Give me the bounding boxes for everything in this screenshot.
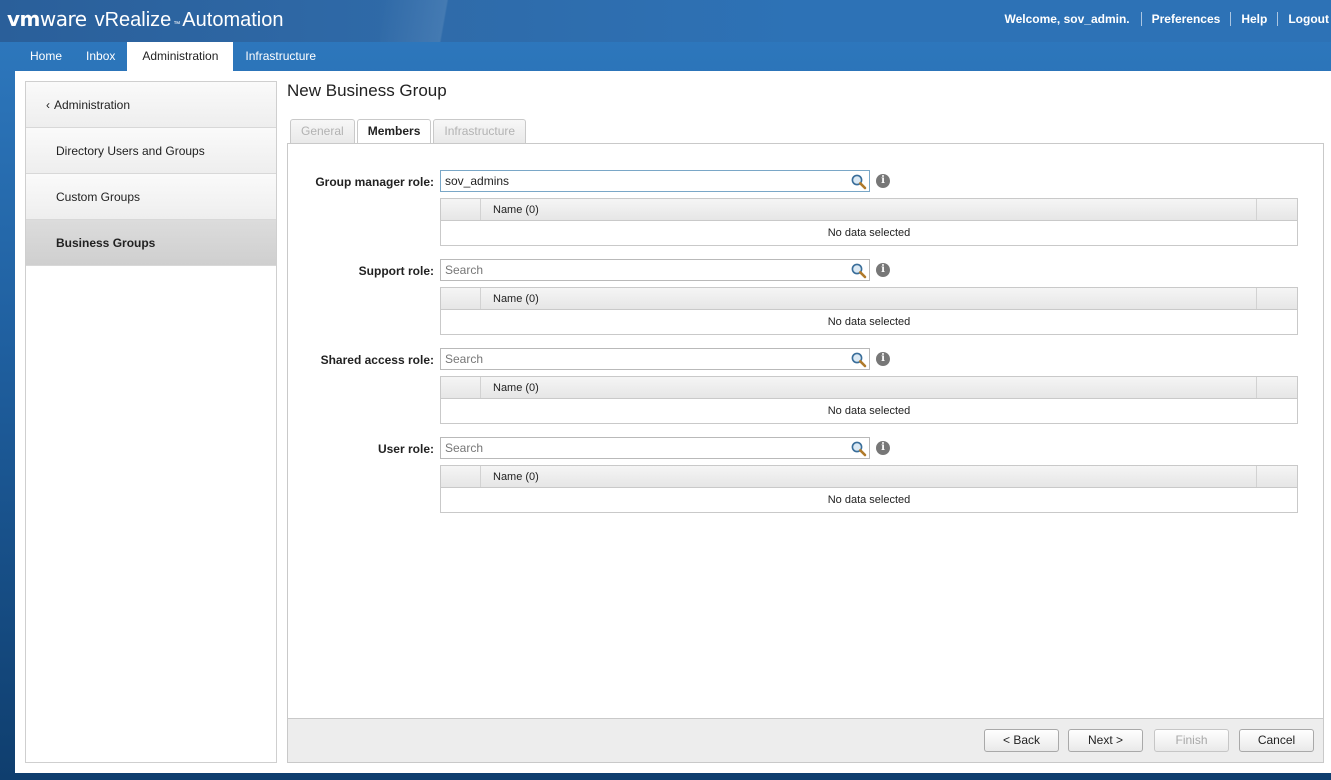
search-box [440, 259, 870, 281]
brand-vm: vm [7, 7, 40, 31]
info-icon[interactable]: i [876, 263, 890, 277]
logout-link[interactable]: Logout [1278, 12, 1329, 26]
search-box [440, 348, 870, 370]
grid-select-column [441, 288, 481, 309]
user-role-input[interactable] [441, 438, 841, 458]
grid-extra-column [1257, 377, 1297, 398]
shared-access-role-input[interactable] [441, 349, 841, 369]
next-button[interactable]: Next > [1068, 729, 1143, 752]
welcome-text: Welcome, sov_admin. [1004, 12, 1130, 26]
role-members-grid: Name (0) No data selected [440, 287, 1298, 335]
grid-column-name[interactable]: Name (0) [481, 377, 1257, 398]
help-link[interactable]: Help [1231, 12, 1277, 26]
grid-empty-message: No data selected [827, 405, 911, 417]
sidebar-item-directory-users-and-groups[interactable]: Directory Users and Groups [26, 128, 276, 174]
grid-header: Name (0) [441, 377, 1297, 399]
role-label: User role: [377, 442, 434, 456]
main-panel: ‹ Administration Directory Users and Gro… [15, 71, 1331, 773]
content-area: New Business Group General Members Infra… [287, 71, 1327, 773]
sidebar-back-administration[interactable]: ‹ Administration [26, 82, 276, 128]
magnifier-icon[interactable] [850, 262, 867, 279]
tab-administration[interactable]: Administration [127, 42, 234, 71]
magnifier-icon[interactable] [850, 351, 867, 368]
search-box [440, 437, 870, 459]
brand-product-name: vRealize [94, 9, 172, 31]
tab-infrastructure[interactable]: Infrastructure [233, 42, 328, 71]
search-box [440, 170, 870, 192]
cancel-button[interactable]: Cancel [1239, 729, 1314, 752]
grid-extra-column [1257, 288, 1297, 309]
tab-home[interactable]: Home [18, 42, 74, 71]
role-label: Support role: [358, 264, 434, 278]
wizard-tab-general[interactable]: General [290, 119, 355, 143]
grid-header: Name (0) [441, 466, 1297, 488]
grid-select-column [441, 466, 481, 487]
wizard-footer: < Back Next > Finish Cancel [288, 718, 1323, 762]
grid-select-column [441, 199, 481, 220]
role-members-grid: Name (0) No data selected [440, 465, 1298, 513]
role-label: Shared access role: [320, 353, 434, 367]
grid-column-name[interactable]: Name (0) [481, 199, 1257, 220]
group-manager-role-input[interactable] [441, 171, 841, 191]
tab-inbox[interactable]: Inbox [74, 42, 127, 71]
wizard-body: Group manager role: i Name (0) No da [287, 143, 1324, 763]
magnifier-icon[interactable] [850, 440, 867, 457]
grid-header: Name (0) [441, 199, 1297, 221]
back-button[interactable]: < Back [984, 729, 1059, 752]
sidebar-item-label: Administration [54, 97, 131, 112]
wizard-tab-infrastructure[interactable]: Infrastructure [433, 119, 527, 143]
grid-column-name[interactable]: Name (0) [481, 288, 1257, 309]
grid-header: Name (0) [441, 288, 1297, 310]
sidebar-item-custom-groups[interactable]: Custom Groups [26, 174, 276, 220]
preferences-link[interactable]: Preferences [1142, 12, 1231, 26]
info-icon[interactable]: i [876, 352, 890, 366]
support-role-input[interactable] [441, 260, 841, 280]
main-tabs: Home Inbox Administration Infrastructure [18, 42, 328, 71]
role-members-grid: Name (0) No data selected [440, 198, 1298, 246]
sidebar-item-label: Custom Groups [56, 189, 141, 204]
sidebar-item-label: Directory Users and Groups [56, 143, 205, 158]
info-icon[interactable]: i [876, 441, 890, 455]
sidebar-item-label: Business Groups [56, 235, 156, 250]
wizard-tabs: General Members Infrastructure [290, 119, 528, 144]
brand-trademark: ™ [173, 21, 181, 28]
grid-extra-column [1257, 199, 1297, 220]
page-title: New Business Group [287, 81, 447, 100]
role-members-grid: Name (0) No data selected [440, 376, 1298, 424]
wizard-tab-members[interactable]: Members [356, 119, 432, 144]
app-header: vm ware vRealize ™ Automation Welcome, sov_… [0, 0, 1331, 42]
grid-empty-message: No data selected [827, 227, 911, 239]
brand-product-name-2: Automation [182, 9, 284, 31]
sidebar: ‹ Administration Directory Users and Gro… [25, 81, 277, 763]
grid-column-name[interactable]: Name (0) [481, 466, 1257, 487]
brand-ware: ware [39, 7, 87, 31]
sidebar-item-business-groups[interactable]: Business Groups [26, 220, 276, 266]
grid-extra-column [1257, 466, 1297, 487]
grid-select-column [441, 377, 481, 398]
role-label: Group manager role: [315, 175, 434, 189]
header-decoration [380, 0, 540, 42]
chevron-left-icon: ‹ [46, 97, 50, 112]
magnifier-icon[interactable] [850, 173, 867, 190]
grid-empty-message: No data selected [827, 494, 911, 506]
grid-empty-message: No data selected [827, 316, 911, 328]
user-nav: Welcome, sov_admin. Preferences Help Log… [1004, 12, 1329, 26]
product-logo: vm ware vRealize ™ Automation [7, 7, 283, 33]
finish-button[interactable]: Finish [1154, 729, 1229, 752]
info-icon[interactable]: i [876, 174, 890, 188]
